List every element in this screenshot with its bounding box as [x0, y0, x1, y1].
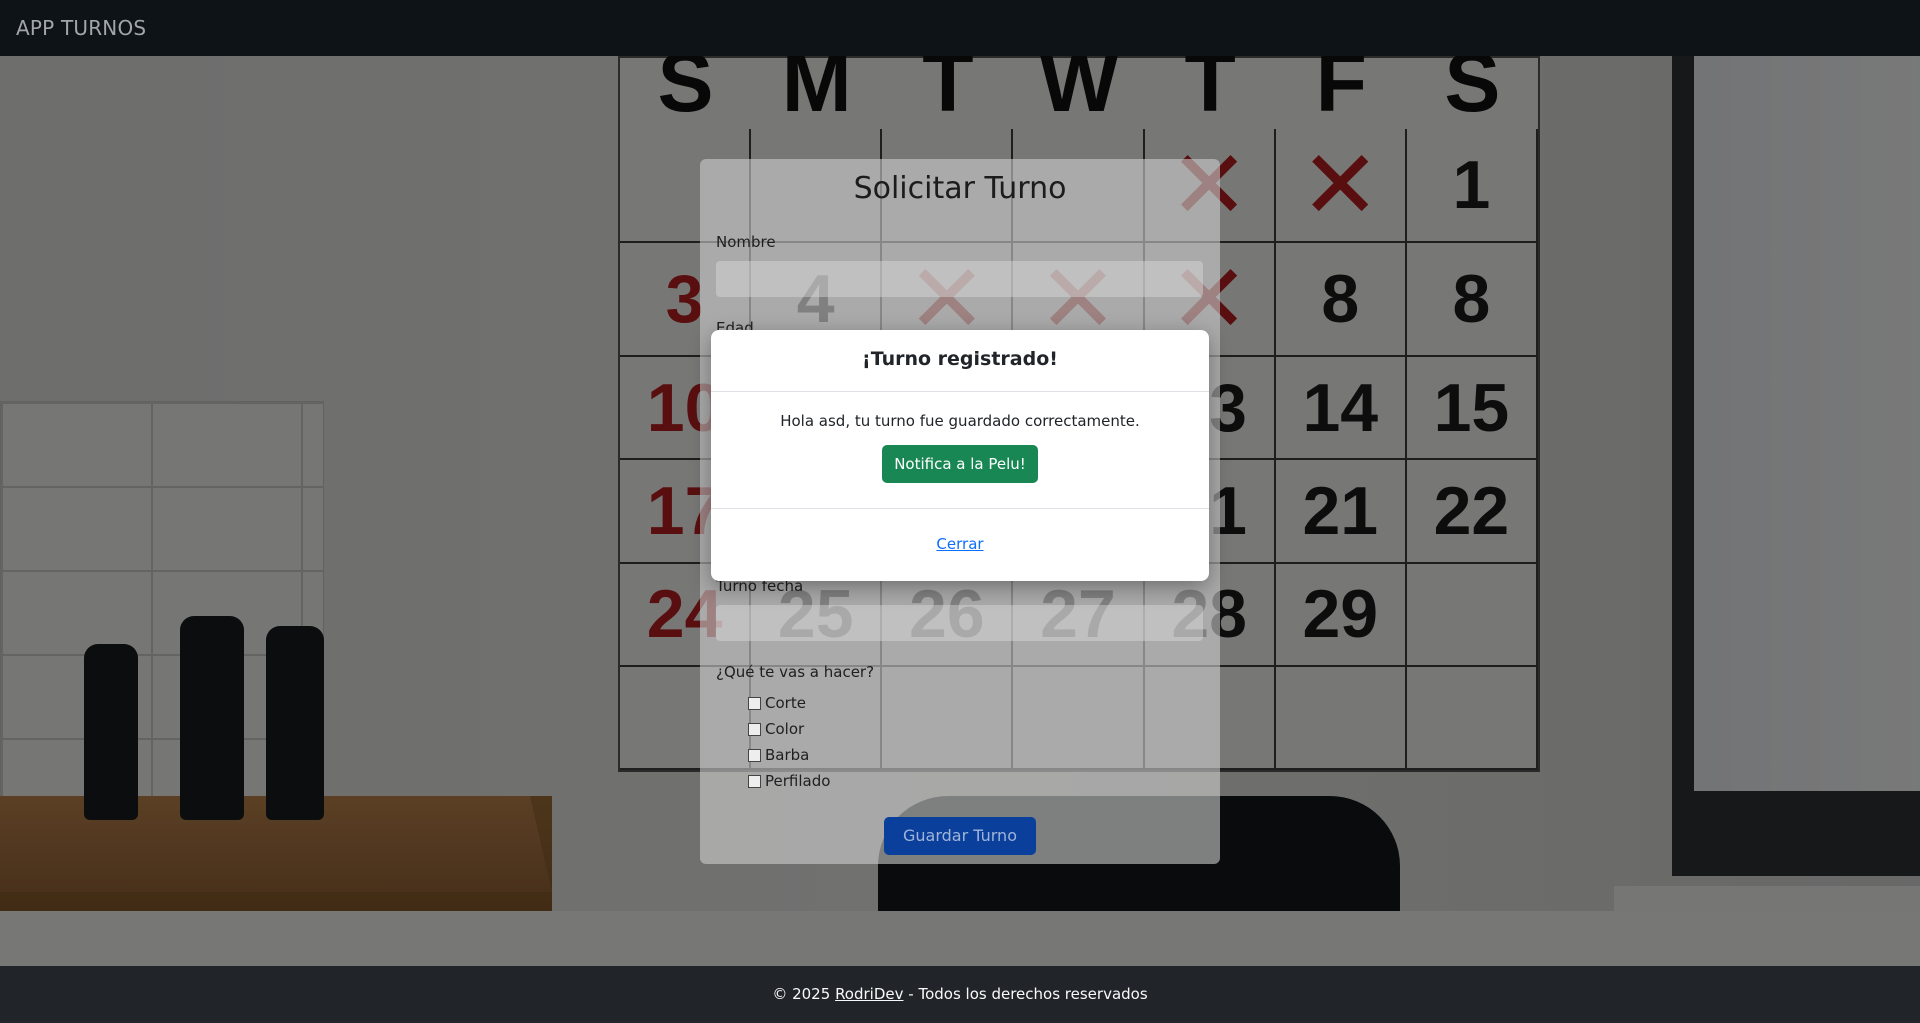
service-checkbox-barba[interactable]: Barba [748, 746, 809, 764]
checkbox-label: Color [765, 720, 805, 738]
modal-footer: Cerrar [711, 509, 1209, 553]
fecha-input[interactable] [716, 605, 1203, 641]
checkbox-label: Perfilado [765, 772, 831, 790]
checkbox[interactable] [748, 696, 761, 710]
nombre-label: Nombre [716, 233, 776, 251]
checkbox[interactable] [748, 748, 761, 762]
checkbox[interactable] [748, 774, 761, 788]
close-modal-link[interactable]: Cerrar [936, 535, 983, 553]
checkbox-label: Corte [765, 694, 806, 712]
success-modal: ¡Turno registrado! Hola asd, tu turno fu… [711, 330, 1209, 581]
author-link[interactable]: RodriDev [835, 985, 903, 1003]
checkbox[interactable] [748, 722, 761, 736]
service-checkbox-corte[interactable]: Corte [748, 694, 806, 712]
checkbox-label: Barba [765, 746, 810, 764]
guardar-turno-button[interactable]: Guardar Turno [884, 817, 1036, 855]
footer-copyright: © 2025 [772, 985, 831, 1003]
footer-rights: - Todos los derechos reservados [908, 985, 1148, 1003]
modal-body: Hola asd, tu turno fue guardado correcta… [711, 392, 1209, 509]
form-title: Solicitar Turno [853, 171, 1067, 206]
footer-text: © 2025 RodriDev - Todos los derechos res… [772, 985, 1147, 1003]
app-brand[interactable]: APP TURNOS [16, 16, 146, 40]
modal-message: Hola asd, tu turno fue guardado correcta… [780, 412, 1140, 430]
service-checkbox-color[interactable]: Color [748, 720, 804, 738]
nombre-input[interactable] [716, 261, 1203, 297]
servicios-label: ¿Qué te vas a hacer? [716, 663, 875, 681]
top-navbar: APP TURNOS [0, 0, 1920, 56]
modal-header: ¡Turno registrado! [711, 330, 1209, 392]
service-checkbox-perfilado[interactable]: Perfilado [748, 772, 830, 790]
modal-title: ¡Turno registrado! [862, 348, 1058, 370]
notify-salon-button[interactable]: Notifica a la Pelu! [882, 445, 1038, 483]
page-footer: © 2025 RodriDev - Todos los derechos res… [0, 966, 1920, 1023]
